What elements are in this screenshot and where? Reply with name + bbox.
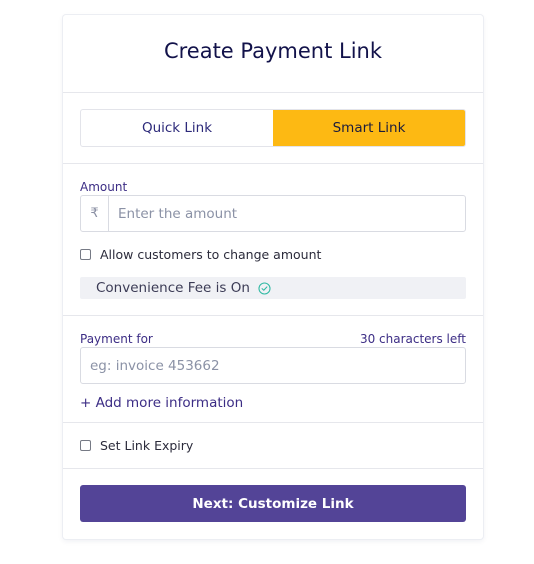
next-customize-link-button[interactable]: Next: Customize Link [80,485,466,522]
allow-change-label: Allow customers to change amount [100,247,322,262]
divider [63,468,483,469]
divider [63,315,483,316]
allow-change-row[interactable]: Allow customers to change amount [80,247,321,262]
payment-for-field [80,347,466,384]
convenience-fee-text: Convenience Fee is On [96,280,250,296]
payment-for-label: Payment for [80,332,153,346]
payment-for-input[interactable] [81,348,465,383]
page-title: Create Payment Link [163,39,383,63]
payment-link-card: Create Payment Link Quick Link Smart Lin… [63,15,483,539]
link-expiry-row[interactable]: Set Link Expiry [80,438,193,453]
quick-link-tab[interactable]: Quick Link [81,110,273,146]
character-counter: 30 characters left [359,332,466,346]
link-type-toggle: Quick Link Smart Link [80,109,466,147]
divider [63,163,483,164]
rupee-icon: ₹ [81,196,109,231]
allow-change-checkbox[interactable] [80,249,91,260]
divider [63,92,483,93]
link-expiry-label: Set Link Expiry [100,438,194,453]
add-more-information-link[interactable]: + Add more information [80,395,243,411]
link-expiry-checkbox[interactable] [80,440,91,451]
amount-field: ₹ [80,195,466,232]
convenience-fee-status: Convenience Fee is On [80,277,466,299]
amount-input[interactable] [109,196,465,231]
smart-link-tab[interactable]: Smart Link [273,110,465,146]
amount-label: Amount [80,180,128,194]
divider [63,422,483,423]
check-circle-icon [258,281,271,295]
